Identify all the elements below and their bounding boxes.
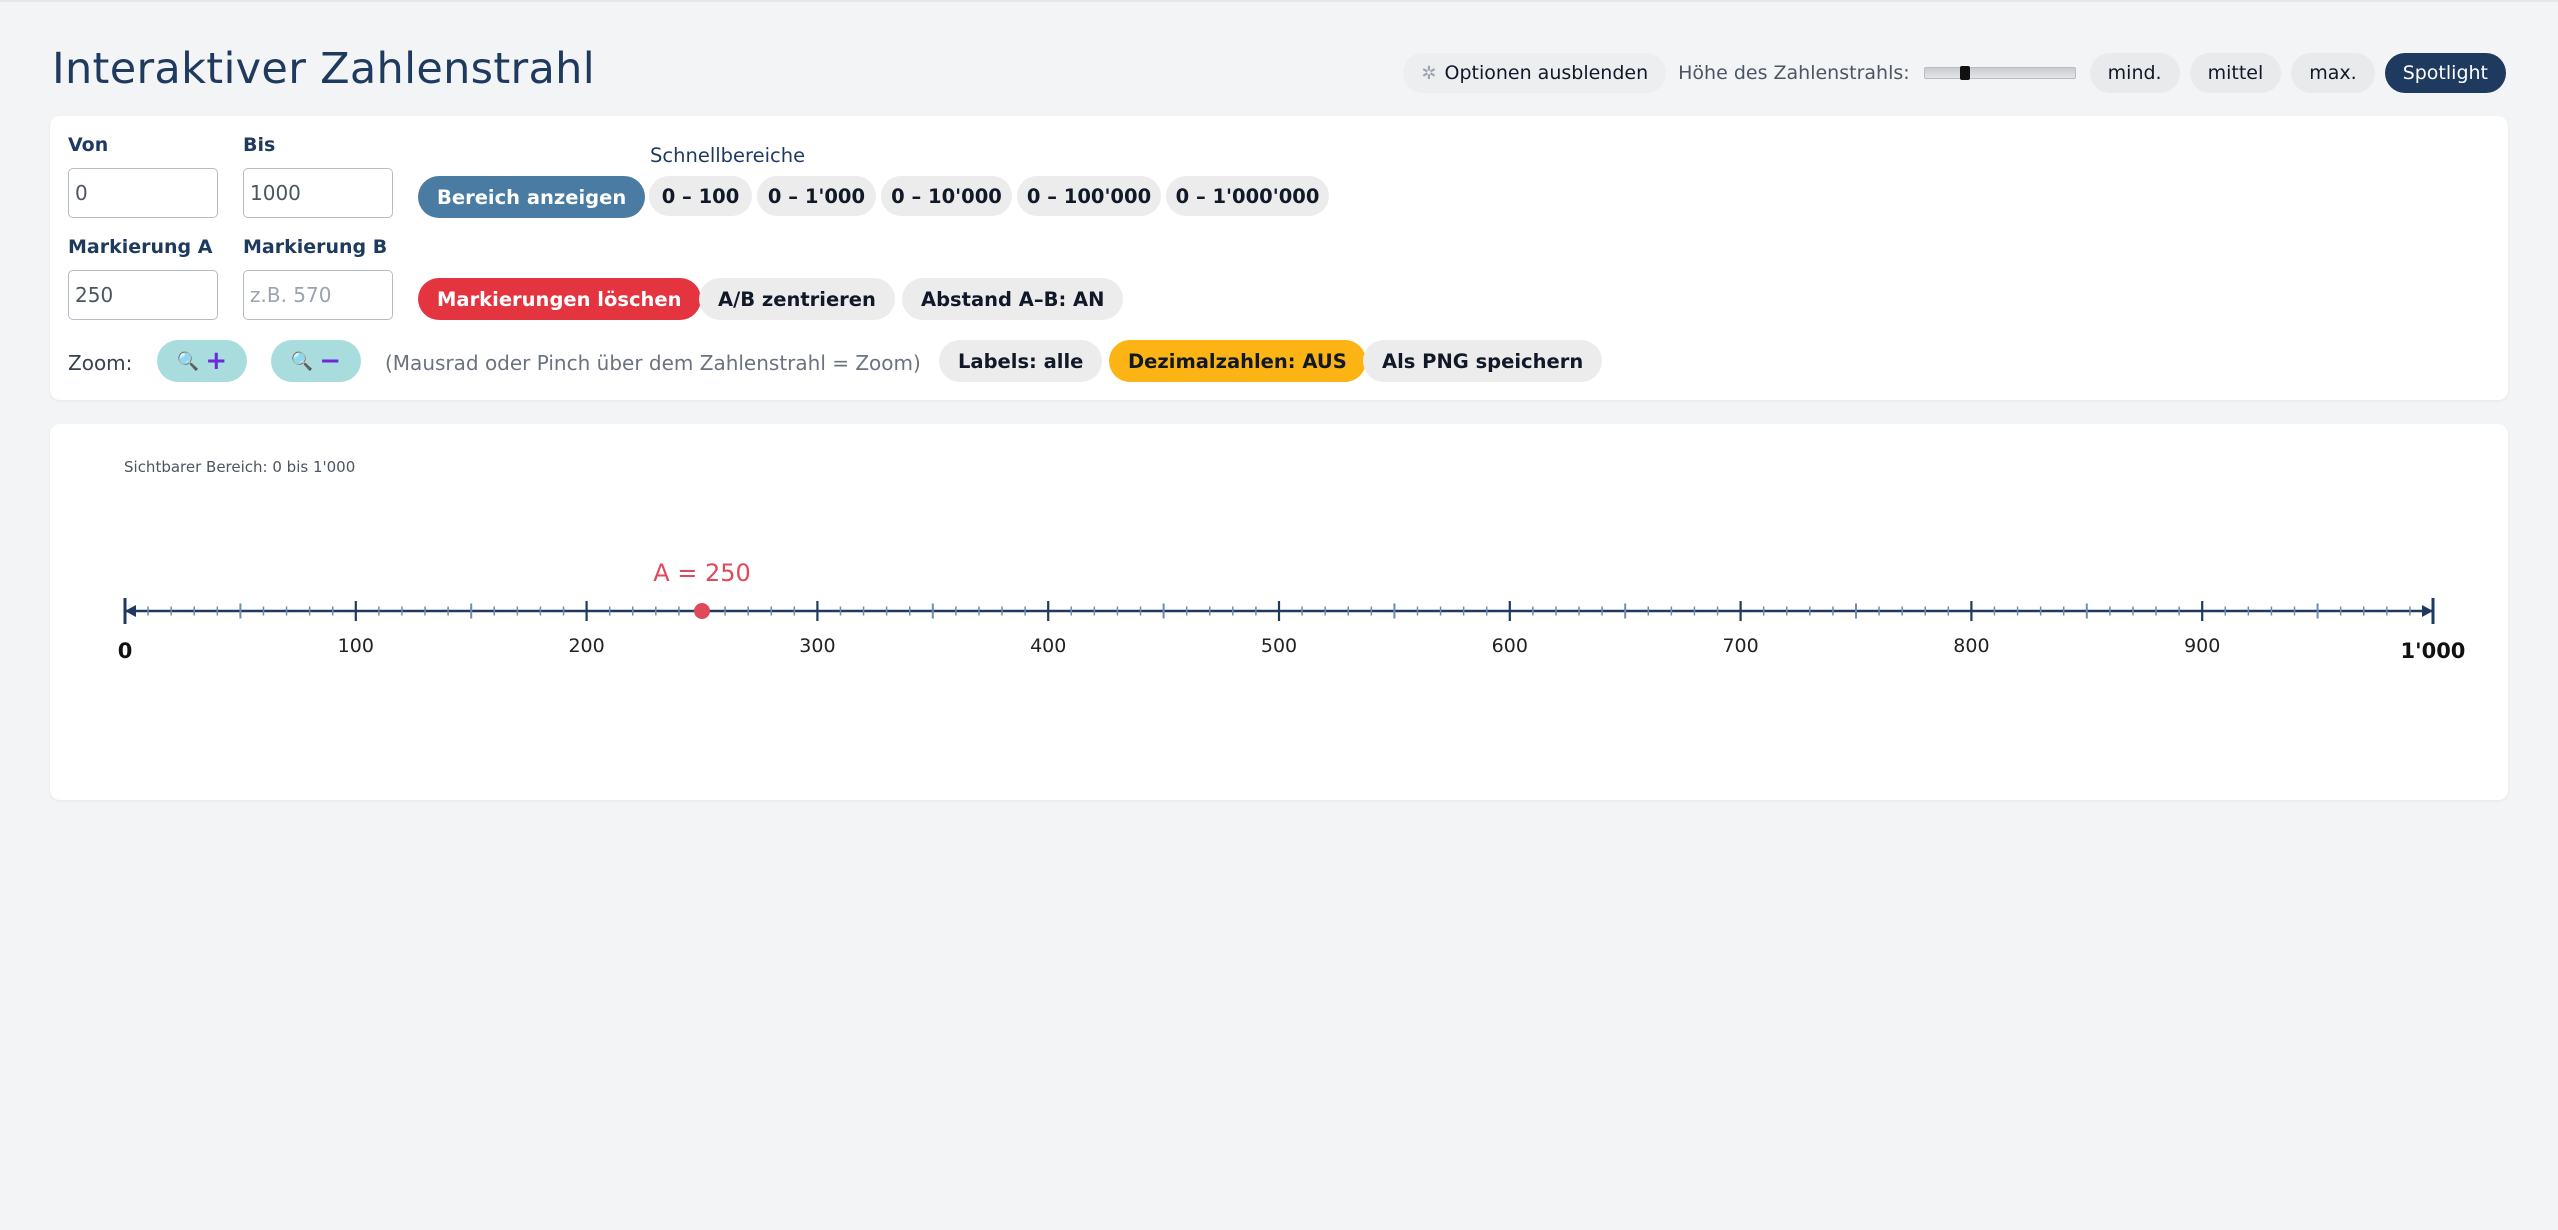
- marker-a-label: A = 250: [653, 559, 751, 587]
- zoom-out-icon: 🔍: [290, 350, 314, 372]
- tick-label: 100: [338, 635, 374, 657]
- from-label: Von: [68, 134, 109, 156]
- line-height-label: Höhe des Zahlenstrahls:: [1678, 62, 1910, 84]
- gear-icon: ✲: [1421, 62, 1437, 84]
- from-input[interactable]: 0: [68, 168, 218, 218]
- zoom-in-button[interactable]: 🔍 +: [157, 340, 247, 382]
- tick-label: 200: [568, 635, 604, 657]
- minus-icon: −: [319, 346, 342, 376]
- marker-b-input[interactable]: z.B. 570: [243, 270, 393, 320]
- to-input[interactable]: 1000: [243, 168, 393, 218]
- tick-label: 400: [1030, 635, 1066, 657]
- decimals-toggle[interactable]: Dezimalzahlen: AUS: [1109, 340, 1366, 382]
- zoom-label: Zoom:: [68, 351, 133, 375]
- tick-label: 300: [799, 635, 835, 657]
- labels-toggle[interactable]: Labels: alle: [939, 340, 1103, 382]
- toggle-options-button[interactable]: ✲ Optionen ausblenden: [1403, 53, 1667, 93]
- header: Interaktiver Zahlenstrahl ✲ Optionen aus…: [52, 42, 2506, 102]
- quick-range-0-1000[interactable]: 0 – 1'000: [757, 176, 876, 216]
- tick-label: 600: [1492, 635, 1528, 657]
- line-height-slider-thumb[interactable]: [1959, 66, 1970, 80]
- tick-label: 700: [1722, 635, 1758, 657]
- tick-label: 900: [2184, 635, 2220, 657]
- tick-label-end: 1'000: [2401, 639, 2466, 663]
- show-range-button[interactable]: Bereich anzeigen: [418, 176, 646, 218]
- axis-arrow-right: [2422, 605, 2433, 617]
- number-line-panel: Sichtbarer Bereich: 0 bis 1'000 0 100 200 3…: [50, 424, 2508, 800]
- height-medium-button[interactable]: mittel: [2189, 53, 2282, 93]
- tick-label-start: 0: [118, 639, 133, 663]
- controls-panel: Von 0 Bis 1000 Bereich anzeigen Schnellb…: [50, 116, 2508, 400]
- zoom-hint: (Mausrad oder Pinch über dem Zahlenstrah…: [385, 351, 921, 375]
- number-line[interactable]: 0 100 200 300 400 500 600 700 800 900 1'000 A = 250: [50, 424, 2508, 800]
- to-label: Bis: [243, 134, 276, 156]
- tick-label: 800: [1953, 635, 1989, 657]
- distance-ab-toggle[interactable]: Abstand A–B: AN: [902, 278, 1124, 320]
- clear-markers-button[interactable]: Markierungen löschen: [418, 278, 701, 320]
- zoom-in-icon: 🔍: [176, 350, 200, 372]
- quick-range-0-100[interactable]: 0 – 100: [649, 176, 752, 216]
- header-toolbar: ✲ Optionen ausblenden Höhe des Zahlenstr…: [1403, 52, 2506, 94]
- quick-range-0-1000000[interactable]: 0 – 1'000'000: [1166, 176, 1329, 216]
- marker-a-label: Markierung A: [68, 236, 213, 258]
- spotlight-button[interactable]: Spotlight: [2384, 53, 2506, 93]
- marker-b-label: Markierung B: [243, 236, 388, 258]
- zoom-out-button[interactable]: 🔍 −: [271, 340, 361, 382]
- line-height-slider[interactable]: [1923, 66, 2076, 80]
- toggle-options-label: Optionen ausblenden: [1444, 62, 1649, 84]
- height-min-button[interactable]: mind.: [2089, 53, 2180, 93]
- save-png-button[interactable]: Als PNG speichern: [1363, 340, 1603, 382]
- quick-range-0-100000[interactable]: 0 – 100'000: [1017, 176, 1161, 216]
- marker-a-input[interactable]: 250: [68, 270, 218, 320]
- axis-arrow-left: [125, 605, 136, 617]
- height-max-button[interactable]: max.: [2291, 53, 2375, 93]
- page-title: Interaktiver Zahlenstrahl: [52, 44, 595, 94]
- quick-ranges-label: Schnellbereiche: [650, 144, 806, 167]
- plus-icon: +: [205, 346, 228, 376]
- center-ab-button[interactable]: A/B zentrieren: [699, 278, 895, 320]
- marker-a-point: [694, 603, 710, 619]
- quick-range-0-10000[interactable]: 0 – 10'000: [881, 176, 1012, 216]
- tick-label: 500: [1261, 635, 1297, 657]
